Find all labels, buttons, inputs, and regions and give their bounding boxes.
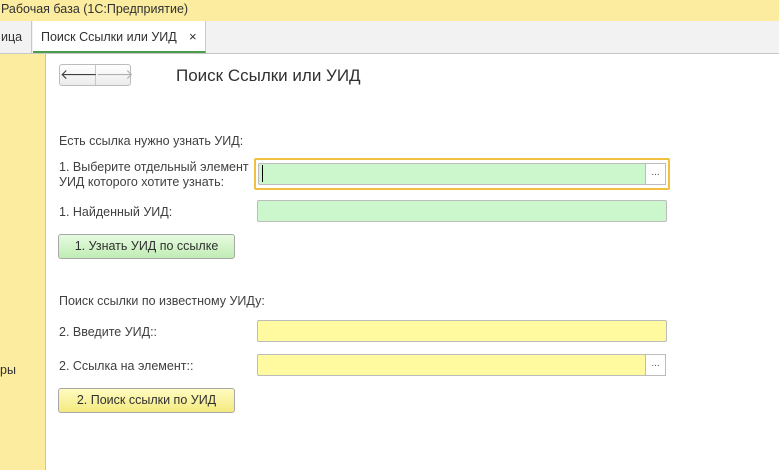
tab-bar: ица Поиск Ссылки или УИД × <box>0 21 779 54</box>
select-element-label-line2: УИД которого хотите узнать: <box>59 175 225 189</box>
enter-uid-field[interactable] <box>257 320 667 342</box>
section2-heading: Поиск ссылки по известному УИДу: <box>59 294 265 308</box>
forward-arrow-icon[interactable]: 🡒 <box>96 65 134 85</box>
left-panel: ры <box>0 54 46 470</box>
select-element-field[interactable] <box>258 163 647 185</box>
back-arrow-icon[interactable]: 🡐 <box>60 65 98 85</box>
found-uid-field[interactable] <box>257 200 667 222</box>
title-bar: Рабочая база (1С:Предприятие) <box>0 0 779 21</box>
select-element-label-line1: 1. Выберите отдельный элемент <box>59 160 249 174</box>
enter-uid-label: 2. Введите УИД:: <box>59 325 158 339</box>
select-element-button[interactable]: ... <box>645 163 666 185</box>
found-uid-label: 1. Найденный УИД: <box>59 205 173 219</box>
tab-previous-label: ица <box>1 30 23 44</box>
find-ref-button[interactable]: 2. Поиск ссылки по УИД <box>58 388 235 413</box>
tab-previous[interactable]: ица <box>0 21 32 53</box>
tab-search-ref-uid[interactable]: Поиск Ссылки или УИД × <box>33 21 206 53</box>
tab-label: Поиск Ссылки или УИД <box>41 30 177 44</box>
element-ref-field[interactable] <box>257 354 646 376</box>
window-title: Рабочая база (1С:Предприятие) <box>1 2 189 16</box>
element-ref-label: 2. Ссылка на элемент:: <box>59 359 194 373</box>
element-ref-select-button[interactable]: ... <box>645 354 666 376</box>
left-panel-label[interactable]: ры <box>0 363 16 377</box>
form-title: Поиск Ссылки или УИД <box>176 66 361 85</box>
text-caret <box>262 165 263 182</box>
close-icon[interactable]: × <box>189 29 197 44</box>
navigation-buttons: 🡐 🡒 <box>59 64 134 86</box>
section1-heading: Есть ссылка нужно узнать УИД: <box>59 134 244 148</box>
get-uid-button[interactable]: 1. Узнать УИД по ссылке <box>58 234 235 259</box>
